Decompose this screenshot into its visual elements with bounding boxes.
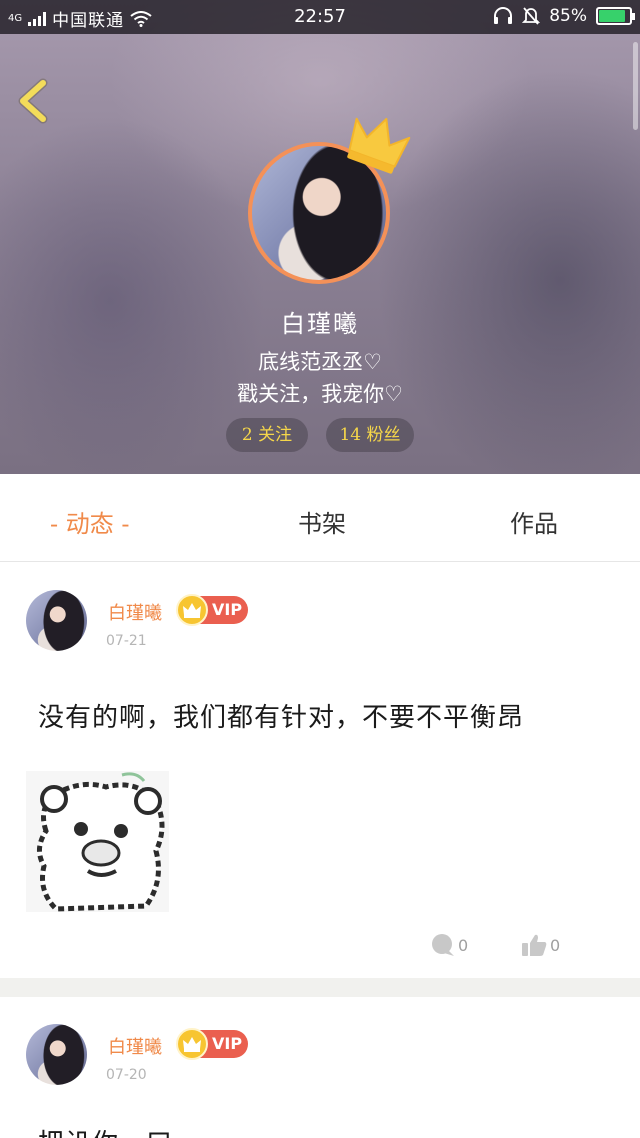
post-date: 07-20: [106, 1067, 147, 1083]
followers-count-button[interactable]: 14 粉丝: [326, 418, 414, 452]
vip-label: VIP: [212, 600, 243, 619]
battery-icon: [596, 7, 635, 25]
comment-count: 0: [458, 935, 469, 955]
vip-badge: VIP: [176, 1028, 248, 1060]
like-count: 0: [550, 935, 561, 955]
profile-name: 白瑾曦: [281, 310, 359, 338]
tab-works[interactable]: 作品: [510, 504, 558, 539]
vip-badge: VIP: [176, 594, 248, 626]
post-date: 07-21: [106, 633, 147, 649]
post-divider: [0, 978, 640, 997]
scrollbar-thumb[interactable]: [633, 42, 638, 130]
vip-label: VIP: [212, 1034, 243, 1053]
tab-bookshelf[interactable]: 书架: [298, 504, 346, 539]
profile-bio-line-2: 戳关注，我宠你♡: [237, 382, 403, 406]
post-author-avatar[interactable]: [26, 1024, 87, 1085]
feed-post: 白瑾曦 VIP 07-20 把讥你一口: [0, 997, 640, 1138]
vip-crown-icon: [176, 594, 208, 626]
status-bar: 4G 中国联通 22:57 85%: [0, 0, 640, 34]
like-button[interactable]: 0: [520, 933, 560, 957]
battery-percent: 85%: [549, 6, 587, 26]
crown-icon: [347, 117, 411, 174]
status-right: 85%: [493, 6, 635, 26]
post-image-bear-sticker[interactable]: [26, 771, 169, 912]
mute-bell-icon: [522, 7, 541, 25]
feed-post: 白瑾曦 VIP 07-21 没有的啊，我们都有针对，不要不平衡昂 0 0: [0, 563, 640, 978]
back-button[interactable]: [14, 78, 54, 124]
profile-header: 4G 中国联通 22:57 85% 白瑾曦 底线范丞丞♡ 戳关注，我宠你♡ 2 …: [0, 0, 640, 474]
thumbs-up-icon: [522, 934, 547, 956]
following-count-button[interactable]: 2 关注: [226, 418, 308, 452]
comment-button[interactable]: 0: [430, 933, 468, 957]
profile-bio-line-1: 底线范丞丞♡: [258, 350, 382, 374]
tab-feed[interactable]: - 动态 -: [50, 504, 129, 539]
post-author-avatar[interactable]: [26, 590, 87, 651]
post-author-name[interactable]: 白瑾曦: [108, 599, 162, 625]
headset-icon: [494, 7, 513, 24]
profile-page: 4G 中国联通 22:57 85% 白瑾曦 底线范丞丞♡ 戳关注，我宠你♡ 2 …: [0, 0, 640, 1138]
post-author-name[interactable]: 白瑾曦: [108, 1033, 162, 1059]
vip-crown-icon: [176, 1028, 208, 1060]
battery-level: [599, 10, 625, 22]
post-text: 把讥你一口: [38, 1123, 173, 1138]
comment-bubble-icon: [432, 934, 454, 956]
profile-tabs: - 动态 - 书架 作品: [0, 476, 640, 562]
post-text: 没有的啊，我们都有针对，不要不平衡昂: [38, 703, 525, 733]
